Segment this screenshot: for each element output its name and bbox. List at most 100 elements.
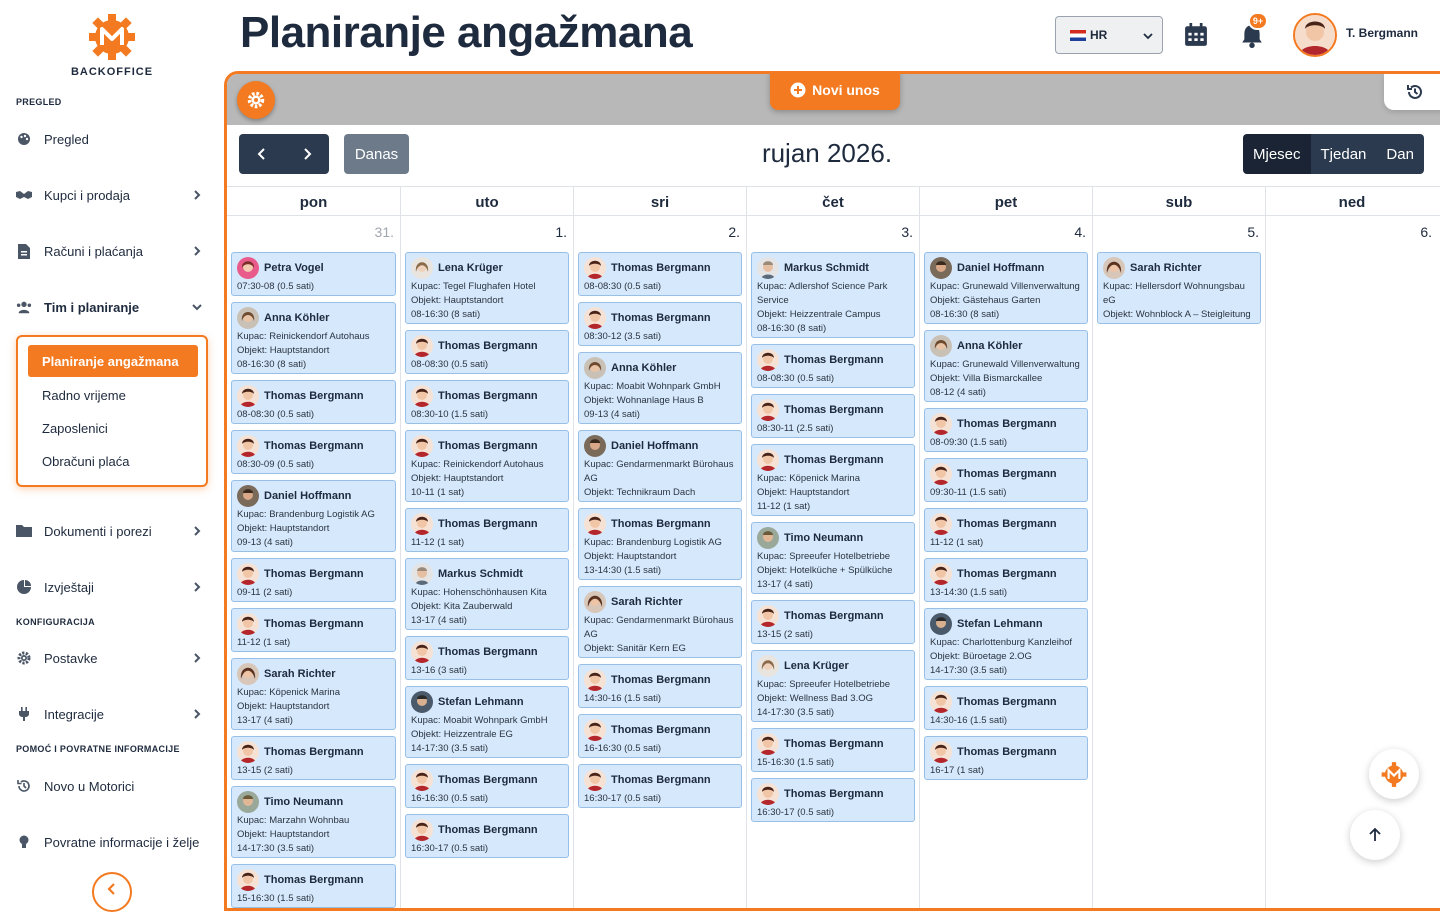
calendar-event[interactable]: Thomas Bergmann 11-12 (1 sat) [405,508,569,552]
nav-novo[interactable]: Novo u Motorici [16,775,210,797]
calendar-event[interactable]: Thomas Bergmann 15-16:30 (1.5 sati) [231,864,396,908]
submenu-obracuni[interactable]: Obračuni plaća [42,454,129,469]
employee-name: Thomas Bergmann [264,440,364,452]
calendar-event[interactable]: Thomas Bergmann Kupac: Köpenick Marina Obj… [751,444,915,516]
calendar-event[interactable]: Daniel Hoffmann Kupac: Gendarmenmarkt Bür… [578,430,742,502]
day-number[interactable]: 4. [1074,224,1086,240]
calendar-event[interactable]: Anna Köhler Kupac: Grunewald Villenverwal… [924,330,1088,402]
calendar-event[interactable]: Markus Schmidt Kupac: Adlershof Science P… [751,252,915,338]
day-cell[interactable]: 31. Petra Vogel 07:30-08 (0.5 sati) Anna Kö… [227,216,400,908]
next-button[interactable] [284,134,329,174]
calendar-event[interactable]: Petra Vogel 07:30-08 (0.5 sati) [231,252,396,296]
event-detail: Kupac: Reinickendorf Autohaus [411,459,544,470]
nav-tim[interactable]: Tim i planiranje [16,296,210,318]
calendar-event[interactable]: Thomas Bergmann 16:30-17 (0.5 sati) [751,778,915,822]
view-month-button[interactable]: Mjesec [1243,134,1311,174]
calendar-event[interactable]: Thomas Bergmann 14:30-16 (1.5 sati) [924,686,1088,730]
calendar-event[interactable]: Thomas Bergmann 16-17 (1 sat) [924,736,1088,780]
calendar-event[interactable]: Thomas Bergmann 15-16:30 (1.5 sati) [751,728,915,772]
calendar-event[interactable]: Thomas Bergmann 08:30-10 (1.5 sati) [405,380,569,424]
calendar-event[interactable]: Thomas Bergmann 13-14:30 (1.5 sati) [924,558,1088,602]
calendar-event[interactable]: Timo Neumann Kupac: Marzahn Wohnbau Objekt… [231,786,396,858]
today-button[interactable]: Danas [344,134,409,174]
calendar-event[interactable]: Daniel Hoffmann Kupac: Grunewald Villenve… [924,252,1088,324]
day-cell[interactable]: 2. Thomas Bergmann 08-08:30 (0.5 sati) Thom… [573,216,746,908]
view-week-button[interactable]: Tjedan [1310,134,1377,174]
event-header: Sarah Richter [584,590,736,614]
calendar-event[interactable]: Thomas Bergmann 16-16:30 (0.5 sati) [578,714,742,758]
calendar-event[interactable]: Sarah Richter Kupac: Gendarmenmarkt Büroh… [578,586,742,658]
day-number[interactable]: 3. [901,224,913,240]
calendar-event[interactable]: Thomas Bergmann 08-08:30 (0.5 sati) [751,344,915,388]
calendar-event[interactable]: Lena Krüger Kupac: Spreeufer Hotelbetrieb… [751,650,915,722]
day-cell[interactable]: 3. Markus Schmidt Kupac: Adlershof Science… [746,216,919,908]
assistant-button[interactable] [1369,749,1419,799]
calendar-event[interactable]: Thomas Bergmann 14:30-16 (1.5 sati) [578,664,742,708]
calendar-event[interactable]: Thomas Bergmann 08:30-12 (3.5 sati) [578,302,742,346]
calendar-event[interactable]: Anna Köhler Kupac: Reinickendorf Autohaus… [231,302,396,374]
calendar-event[interactable]: Thomas Bergmann 08-08:30 (0.5 sati) [578,252,742,296]
day-number[interactable]: 31. [375,224,394,240]
submenu-zaposlenici[interactable]: Zaposlenici [42,421,108,436]
nav-izvjestaji[interactable]: Izvještaji [16,576,210,598]
new-entry-button[interactable]: Novi unos [770,74,900,110]
nav-postavke[interactable]: Postavke [16,647,210,669]
calendar-event[interactable]: Timo Neumann Kupac: Spreeufer Hotelbetrie… [751,522,915,594]
prev-button[interactable] [239,134,284,174]
calendar-event[interactable]: Anna Köhler Kupac: Moabit Wohnpark GmbH Ob… [578,352,742,424]
scroll-top-button[interactable] [1350,810,1400,860]
day-number[interactable]: 1. [555,224,567,240]
calendar-event[interactable]: Thomas Bergmann Kupac: Reinickendorf Auto… [405,430,569,502]
nav-racuni[interactable]: Računi i plaćanja [16,240,210,262]
day-cell[interactable]: 5. Sarah Richter Kupac: Hellersdorf Wohnun… [1092,216,1265,908]
user-name[interactable]: T. Bergmann [1346,26,1418,40]
nav-povratne[interactable]: Povratne informacije i želje [16,831,210,853]
view-day-button[interactable]: Dan [1376,134,1424,174]
calendar-event[interactable]: Thomas Bergmann Kupac: Brandenburg Logist… [578,508,742,580]
calendar-event[interactable]: Daniel Hoffmann Kupac: Brandenburg Logist… [231,480,396,552]
calendar-event[interactable]: Thomas Bergmann 13-15 (2 sati) [231,736,396,780]
calendar-event[interactable]: Sarah Richter Kupac: Köpenick Marina Objek… [231,658,396,730]
calendar-event[interactable]: Thomas Bergmann 13-16 (3 sati) [405,636,569,680]
nav-dokumenti[interactable]: Dokumenti i porezi [16,520,210,542]
calendar-event[interactable]: Thomas Bergmann 08-09:30 (1.5 sati) [924,408,1088,452]
history-button[interactable] [1384,74,1440,110]
employee-name: Thomas Bergmann [611,262,711,274]
day-number[interactable]: 5. [1247,224,1259,240]
calendar-icon[interactable] [1184,23,1208,47]
day-number[interactable]: 2. [728,224,740,240]
calendar-event[interactable]: Thomas Bergmann 08-08:30 (0.5 sati) [231,380,396,424]
calendar-event[interactable]: Thomas Bergmann 11-12 (1 sat) [231,608,396,652]
calendar-event[interactable]: Lena Krüger Kupac: Tegel Flughafen Hotel O… [405,252,569,324]
submenu-radno-vrijeme[interactable]: Radno vrijeme [42,388,126,403]
calendar-event[interactable]: Thomas Bergmann 16-16:30 (0.5 sati) [405,764,569,808]
calendar-event[interactable]: Thomas Bergmann 09-11 (2 sati) [231,558,396,602]
calendar-event[interactable]: Thomas Bergmann 08-08:30 (0.5 sati) [405,330,569,374]
day-cell[interactable]: 6. [1265,216,1438,908]
day-number[interactable]: 6. [1420,224,1432,240]
calendar-event[interactable]: Stefan Lehmann Kupac: Moabit Wohnpark Gmb… [405,686,569,758]
brand-logo[interactable] [86,12,138,60]
employee-name: Anna Köhler [957,340,1023,352]
calendar-event[interactable]: Thomas Bergmann 08:30-11 (2.5 sati) [751,394,915,438]
calendar-event[interactable]: Stefan Lehmann Kupac: Charlottenburg Kanz… [924,608,1088,680]
calendar-event[interactable]: Thomas Bergmann 16:30-17 (0.5 sati) [405,814,569,858]
nav-pregled[interactable]: Pregled [16,128,210,150]
calendar-settings-button[interactable] [237,81,275,119]
nav-kupci[interactable]: Kupci i prodaja [16,184,210,206]
submenu-planiranje[interactable]: Planiranje angažmana [28,345,198,377]
calendar-event[interactable]: Thomas Bergmann 09:30-11 (1.5 sati) [924,458,1088,502]
language-select[interactable]: HR [1055,16,1163,54]
calendar-event[interactable]: Thomas Bergmann 11-12 (1 sat) [924,508,1088,552]
user-avatar[interactable] [1293,13,1337,57]
calendar-event[interactable]: Thomas Bergmann 13-15 (2 sati) [751,600,915,644]
arrow-up-icon [1369,827,1381,841]
collapse-sidebar-button[interactable] [92,872,132,912]
day-cell[interactable]: 4. Daniel Hoffmann Kupac: Grunewald Villen… [919,216,1092,908]
nav-integracije[interactable]: Integracije [16,703,210,725]
calendar-event[interactable]: Sarah Richter Kupac: Hellersdorf Wohnungs… [1097,252,1261,324]
calendar-event[interactable]: Thomas Bergmann 08:30-09 (0.5 sati) [231,430,396,474]
calendar-event[interactable]: Markus Schmidt Kupac: Hohenschönhausen Ki… [405,558,569,630]
day-cell[interactable]: 1. Lena Krüger Kupac: Tegel Flughafen Hote… [400,216,573,908]
calendar-event[interactable]: Thomas Bergmann 16:30-17 (0.5 sati) [578,764,742,808]
